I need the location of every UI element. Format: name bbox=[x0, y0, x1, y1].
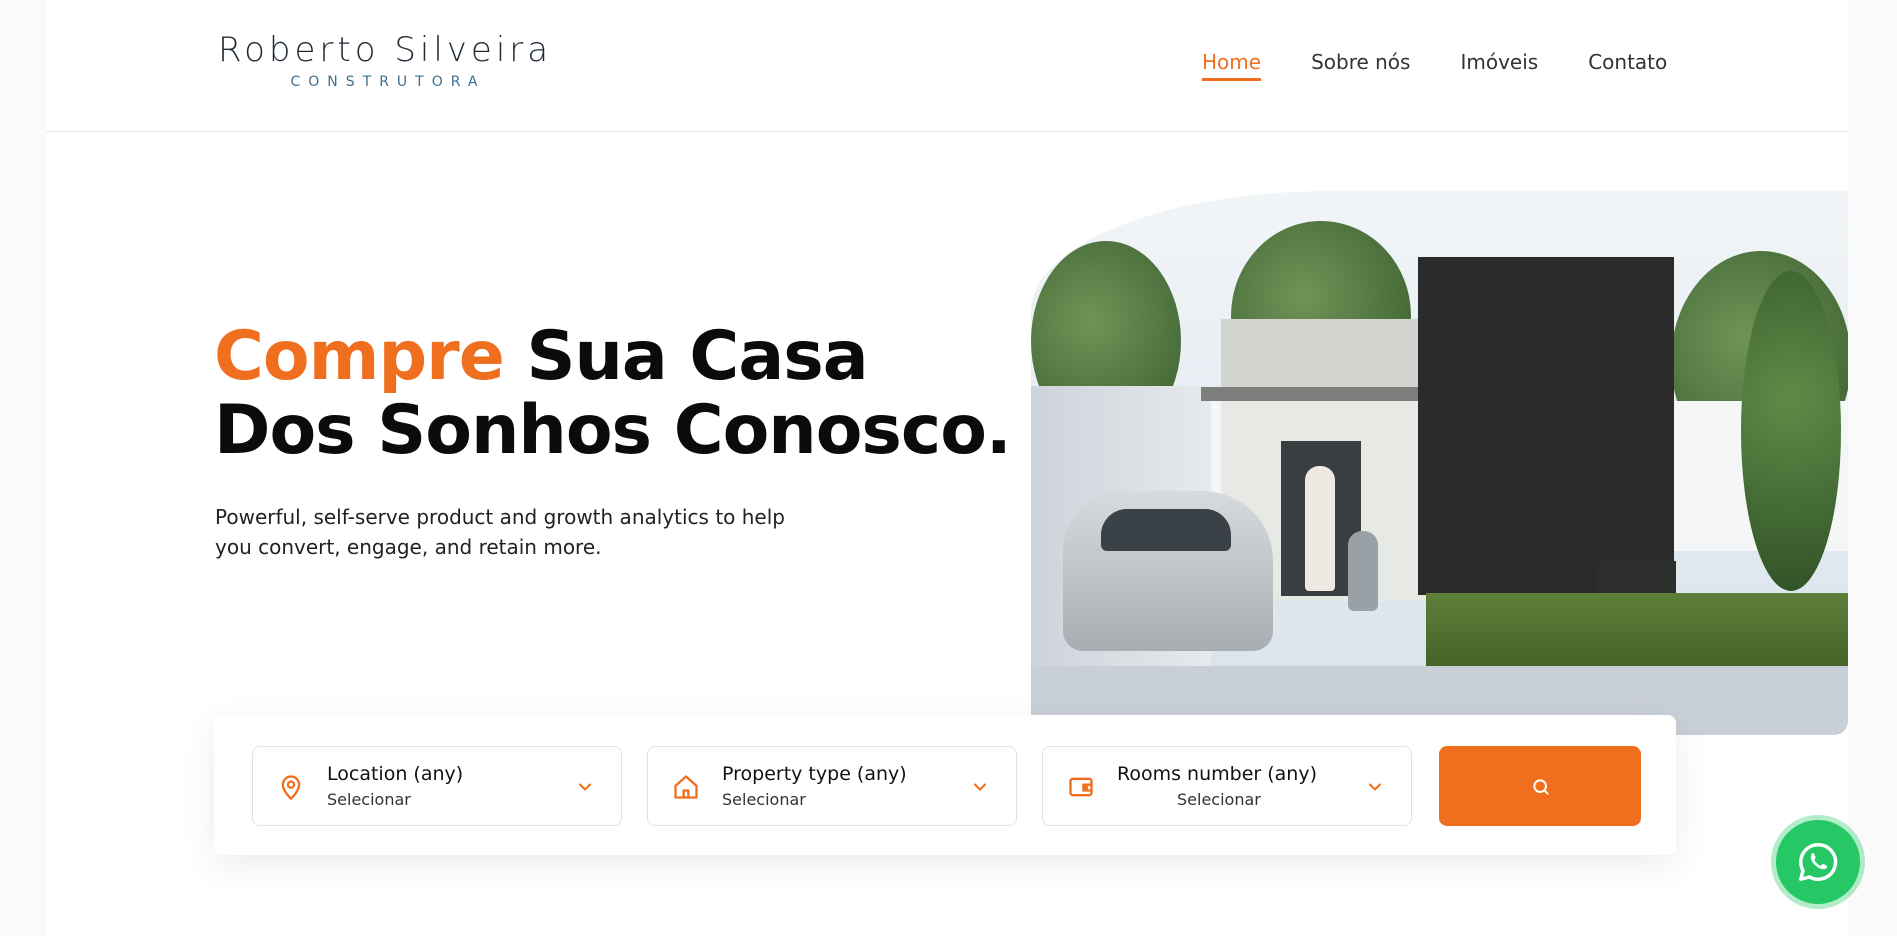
nav-home[interactable]: Home bbox=[1202, 50, 1262, 81]
rooms-number-select[interactable]: Rooms number (any) Selecionar bbox=[1042, 746, 1412, 826]
image-car-window bbox=[1101, 509, 1231, 551]
site-header: Roberto Silveira CONSTRUTORA Home Sobre … bbox=[46, 0, 1848, 132]
nav-imoveis[interactable]: Imóveis bbox=[1460, 50, 1538, 81]
hero-title-line1: Sua Casa bbox=[503, 317, 868, 396]
location-select[interactable]: Location (any) Selecionar bbox=[252, 746, 622, 826]
nav-contato[interactable]: Contato bbox=[1588, 50, 1667, 81]
property-type-label: Property type (any) bbox=[722, 763, 907, 785]
location-value: Selecionar bbox=[327, 790, 411, 809]
chevron-down-icon bbox=[1369, 783, 1381, 791]
property-search-card: Location (any) Selecionar Property type … bbox=[214, 715, 1676, 855]
property-type-select[interactable]: Property type (any) Selecionar bbox=[647, 746, 1017, 826]
whatsapp-chat-button[interactable] bbox=[1776, 820, 1860, 904]
home-icon bbox=[674, 775, 698, 799]
image-house-band bbox=[1201, 387, 1421, 401]
property-type-value: Selecionar bbox=[722, 790, 806, 809]
rooms-number-value: Selecionar bbox=[1177, 790, 1261, 809]
hero-house-image bbox=[1031, 191, 1848, 735]
brand-name: Roberto Silveira bbox=[218, 30, 553, 70]
location-label: Location (any) bbox=[327, 763, 464, 785]
palm-tree-shape bbox=[1741, 271, 1841, 591]
chevron-down-icon bbox=[579, 783, 591, 791]
rooms-number-label: Rooms number (any) bbox=[1117, 763, 1317, 785]
search-icon bbox=[1533, 779, 1549, 795]
image-person bbox=[1305, 466, 1335, 591]
image-house-top bbox=[1221, 319, 1421, 387]
wallet-icon bbox=[1069, 777, 1093, 797]
image-dark-tower bbox=[1418, 257, 1674, 595]
map-pin-icon bbox=[281, 775, 301, 800]
page-container: Roberto Silveira CONSTRUTORA Home Sobre … bbox=[46, 0, 1848, 936]
hero-title: Compre Sua Casa Dos Sonhos Conosco. bbox=[214, 317, 1012, 470]
hero-title-accent: Compre bbox=[214, 317, 505, 396]
main-nav: Home Sobre nós Imóveis Contato bbox=[1202, 50, 1667, 81]
brand-subtitle: CONSTRUTORA bbox=[290, 74, 486, 90]
nav-sobre-nos[interactable]: Sobre nós bbox=[1311, 50, 1410, 81]
chevron-down-icon bbox=[974, 783, 986, 791]
hero-subtitle: Powerful, self-serve product and growth … bbox=[215, 505, 785, 559]
hero-title-line2: Dos Sonhos Conosco. bbox=[214, 391, 1012, 470]
whatsapp-icon bbox=[1799, 843, 1838, 881]
image-kid-on-bike bbox=[1348, 531, 1378, 611]
search-button[interactable] bbox=[1439, 746, 1641, 826]
brand-logo[interactable]: Roberto Silveira CONSTRUTORA bbox=[218, 30, 553, 90]
